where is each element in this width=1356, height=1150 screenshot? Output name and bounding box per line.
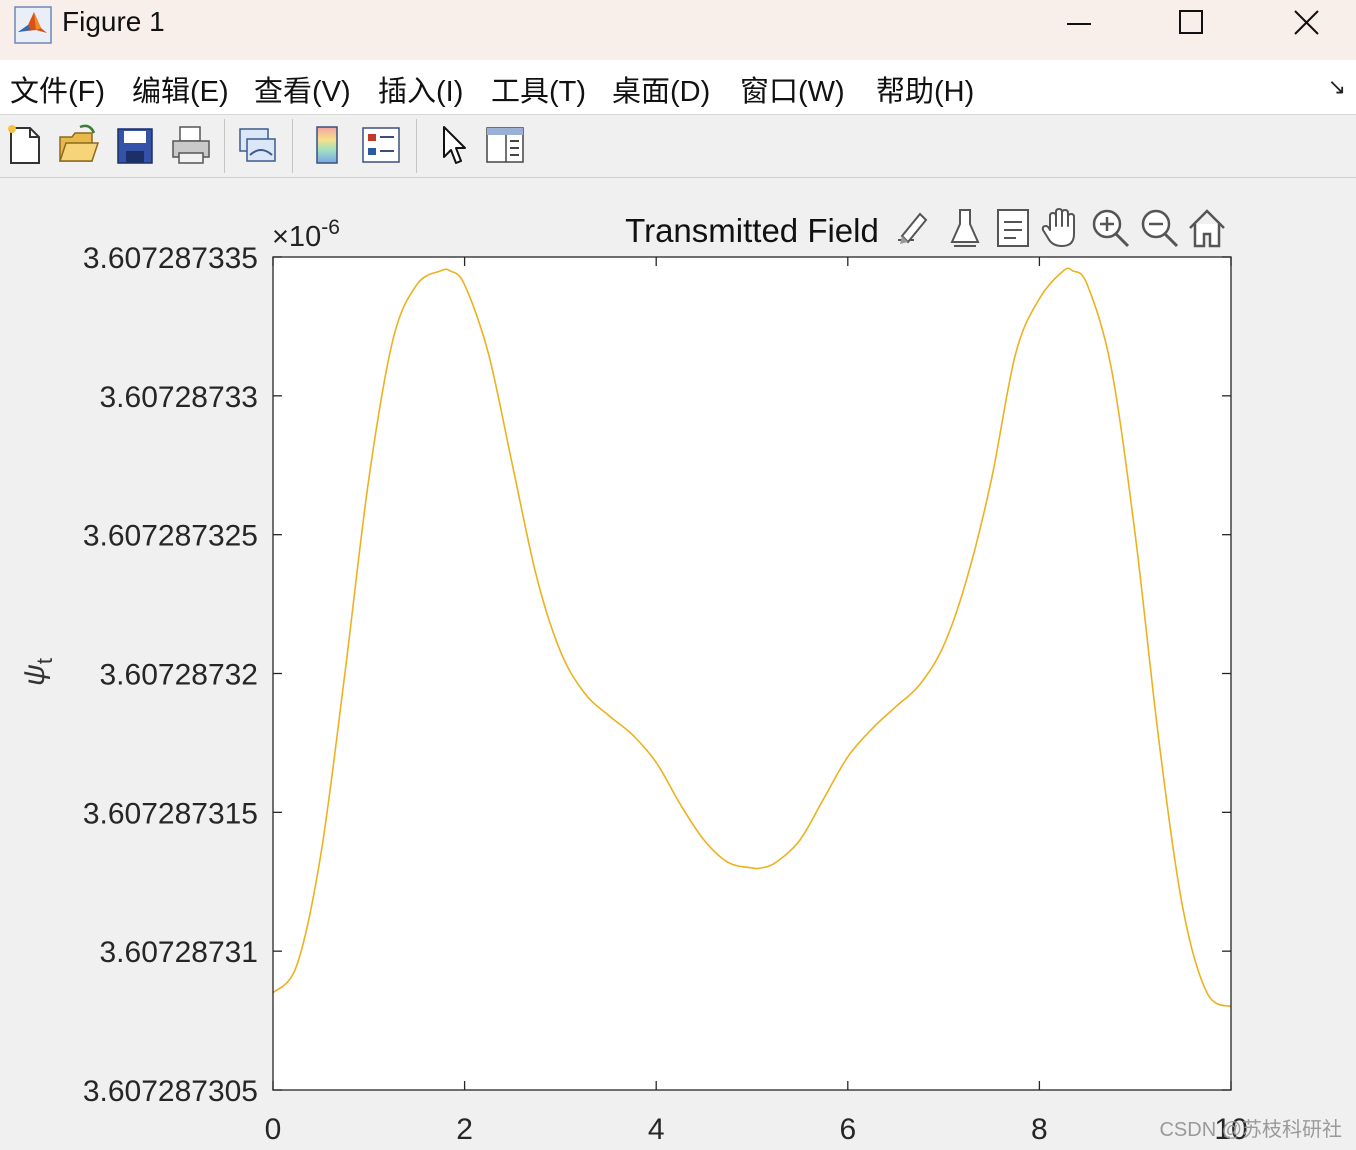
restore-view-icon[interactable] [990, 204, 1036, 252]
axes-background [273, 257, 1231, 1090]
x-tick-label: 4 [648, 1113, 665, 1146]
zoom-in-icon[interactable] [1087, 204, 1133, 252]
pan-icon[interactable] [1038, 204, 1084, 252]
x-tick-label: 8 [1031, 1113, 1048, 1146]
y-axis-subscript: t [32, 658, 57, 664]
zoom-out-icon[interactable] [1136, 204, 1182, 252]
home-icon[interactable] [1184, 204, 1230, 252]
y-exponent-base: ×10 [272, 221, 321, 253]
y-tick-label: 3.607287315 [83, 797, 258, 830]
y-axis-label: ψt [18, 658, 57, 686]
y-tick-label: 3.60728731 [100, 936, 259, 969]
x-tick-label: 2 [456, 1113, 473, 1146]
watermark: CSDN @苏枝科研社 [1159, 1119, 1342, 1141]
data-tips-icon[interactable] [942, 204, 988, 252]
y-tick-label: 3.607287305 [83, 1075, 258, 1108]
y-exponent-power: -6 [321, 216, 340, 239]
y-tick-label: 3.60728732 [100, 659, 259, 692]
brush-icon[interactable] [892, 204, 938, 252]
y-tick-label: 3.607287325 [83, 520, 258, 553]
plot-area: Transmitted Field ×10-6 ψt 0 2 4 6 8 10 3.607… [18, 212, 1248, 1146]
x-tick-label: 6 [839, 1113, 856, 1146]
y-axis-symbol: ψ [18, 664, 51, 686]
y-tick-label: 3.607287335 [83, 242, 258, 275]
x-tick-label: 0 [265, 1113, 282, 1146]
y-tick-label: 3.60728733 [100, 381, 259, 414]
y-exponent-label: ×10-6 [272, 216, 340, 253]
chart-title: Transmitted Field [625, 212, 879, 249]
